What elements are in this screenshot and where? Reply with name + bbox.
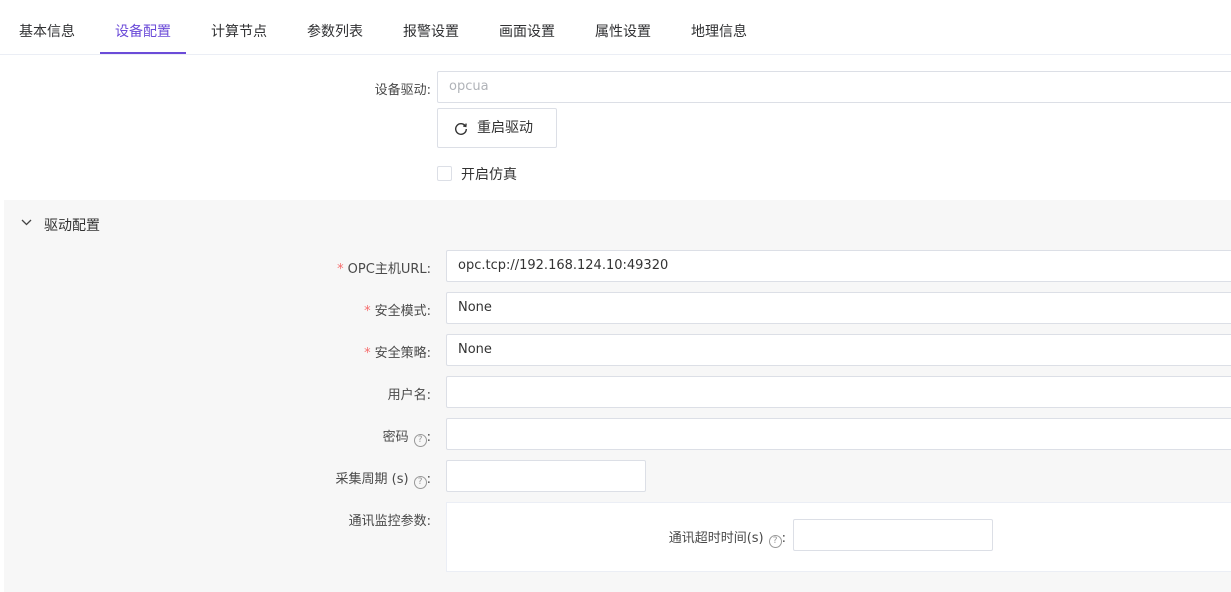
- collection-period-label: 采集周期 (s)?:: [335, 472, 431, 489]
- username-label: 用户名:: [387, 388, 431, 403]
- security-policy-select[interactable]: None: [446, 334, 1231, 366]
- opc-url-label: * OPC主机URL:: [337, 262, 431, 277]
- driver-config-header[interactable]: 驱动配置: [4, 200, 1231, 246]
- opc-url-input[interactable]: opc.tcp://192.168.124.10:49320: [446, 250, 1231, 282]
- simulation-checkbox[interactable]: [437, 166, 452, 181]
- restart-driver-button[interactable]: 重启驱动: [437, 108, 557, 148]
- security-policy-label: * 安全策略:: [364, 346, 431, 361]
- driver-config-title: 驱动配置: [44, 218, 100, 234]
- device-driver-label: 设备驱动:: [374, 83, 431, 98]
- refresh-icon: [455, 123, 467, 135]
- tab-screen-settings[interactable]: 画面设置: [499, 0, 555, 55]
- required-mark: *: [337, 262, 344, 277]
- tab-parameter-list[interactable]: 参数列表: [307, 0, 363, 55]
- tab-bar: 基本信息 设备配置 计算节点 参数列表 报警设置 画面设置 属性设置 地理信息: [0, 0, 1231, 55]
- tab-compute-nodes[interactable]: 计算节点: [211, 0, 267, 55]
- username-input[interactable]: [446, 376, 1231, 408]
- tab-alarm-settings[interactable]: 报警设置: [403, 0, 459, 55]
- collection-period-input[interactable]: [446, 460, 646, 492]
- device-driver-input[interactable]: opcua: [437, 71, 1231, 103]
- comm-monitor-label: 通讯监控参数:: [348, 514, 431, 529]
- password-label: 密码?:: [382, 430, 431, 447]
- help-icon[interactable]: ?: [768, 535, 782, 548]
- comm-timeout-input[interactable]: [793, 519, 993, 551]
- security-mode-label: * 安全模式:: [364, 304, 431, 319]
- help-icon[interactable]: ?: [413, 434, 427, 447]
- required-mark: *: [364, 346, 371, 361]
- help-icon[interactable]: ?: [413, 476, 427, 489]
- tab-basic-info[interactable]: 基本信息: [19, 0, 75, 55]
- chevron-down-icon: [21, 219, 32, 226]
- security-mode-select[interactable]: None: [446, 292, 1231, 324]
- active-tab-indicator: [100, 52, 186, 54]
- comm-timeout-label: 通讯超时时间(s)?:: [668, 531, 786, 548]
- tab-property-settings[interactable]: 属性设置: [595, 0, 651, 55]
- restart-driver-label: 重启驱动: [477, 120, 533, 136]
- required-mark: *: [364, 304, 371, 319]
- tab-device-config[interactable]: 设备配置: [115, 0, 171, 55]
- password-input[interactable]: [446, 418, 1231, 450]
- simulation-label[interactable]: 开启仿真: [461, 164, 517, 184]
- tab-geo-info[interactable]: 地理信息: [691, 0, 747, 55]
